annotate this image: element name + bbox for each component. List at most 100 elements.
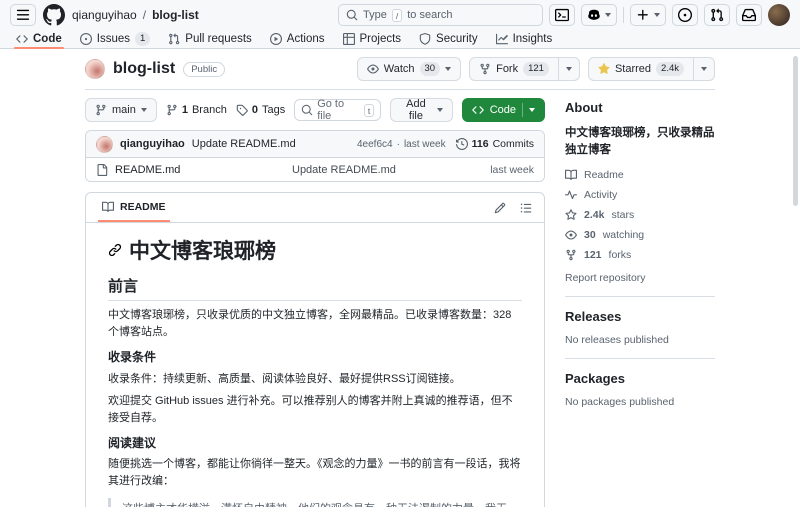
inbox-button[interactable]: [736, 4, 762, 26]
tab-actions[interactable]: Actions: [262, 30, 333, 48]
caret-icon: [605, 13, 611, 17]
repo-owner-avatar[interactable]: [85, 59, 105, 79]
sidebar-item-stars[interactable]: 2.4k stars: [565, 209, 715, 221]
tag-icon: [236, 104, 248, 116]
link-icon[interactable]: [108, 243, 122, 257]
your-issues-button[interactable]: [672, 4, 698, 26]
breadcrumb-owner[interactable]: qianguyihao: [72, 8, 137, 22]
your-pull-requests-button[interactable]: [704, 4, 730, 26]
sidebar-item-watching[interactable]: 30 watching: [565, 229, 715, 241]
tags-link[interactable]: 0 Tags: [236, 104, 285, 116]
book-icon: [102, 201, 114, 213]
branch-count: 1: [181, 104, 188, 116]
watch-button[interactable]: Watch 30: [356, 57, 462, 81]
caret-icon: [654, 13, 660, 17]
packages-empty-text: No packages published: [565, 395, 675, 408]
breadcrumb-repo[interactable]: blog-list: [152, 8, 199, 22]
sidebar-item-readme[interactable]: Readme: [565, 169, 715, 181]
scrollbar[interactable]: [793, 56, 798, 206]
tab-label: Actions: [286, 33, 325, 45]
tab-issues[interactable]: Issues 1: [72, 30, 159, 48]
hamburger-menu-button[interactable]: [10, 4, 36, 26]
branch-selector-button[interactable]: main: [85, 98, 157, 122]
breadcrumb: qianguyihao / blog-list: [72, 8, 199, 22]
file-icon: [96, 164, 108, 176]
hamburger-icon: [16, 8, 30, 22]
report-repository-link[interactable]: Report repository: [565, 272, 715, 284]
commit-history-link[interactable]: 116 Commits: [456, 138, 534, 150]
tab-label: Projects: [359, 33, 402, 45]
watch-icon: [367, 63, 379, 75]
about-title: About: [565, 100, 603, 115]
watching-count: 30: [584, 228, 596, 241]
global-search-input[interactable]: Type / to search: [338, 4, 543, 26]
sidebar-item-forks[interactable]: 121 forks: [565, 249, 715, 261]
branch-icon: [95, 104, 107, 116]
branch-icon: [166, 104, 178, 116]
branch-toolbar: main 1 Branch 0 Tags Go to file t Add fi…: [85, 98, 545, 122]
releases-title: Releases: [565, 308, 622, 324]
repo-name[interactable]: blog-list: [113, 60, 175, 78]
caret-icon: [436, 108, 443, 112]
search-placeholder-prefix: Type: [363, 9, 387, 21]
global-header: qianguyihao / blog-list Type / to search: [0, 0, 800, 30]
slash-key-badge: /: [391, 8, 403, 22]
readme-header-actions: [494, 202, 532, 214]
tab-label: Pull requests: [185, 33, 252, 45]
file-name-link[interactable]: README.md: [96, 163, 286, 176]
fork-dropdown-button[interactable]: [558, 57, 580, 81]
copilot-icon: [587, 8, 601, 22]
go-to-file-input[interactable]: Go to file t: [294, 98, 382, 122]
sidebar-item-activity[interactable]: Activity: [565, 189, 715, 201]
blockquote: 这些博主才华横溢，满怀自由精神，他们的观念具有一种无法遏制的力量。我无比羡慕那些…: [108, 497, 522, 507]
commit-time: last week: [403, 138, 446, 150]
commit-author-avatar[interactable]: [96, 135, 113, 153]
file-commit-message[interactable]: Update README.md: [292, 164, 484, 176]
code-icon: [16, 33, 28, 45]
commit-author[interactable]: qianguyihao: [120, 138, 185, 150]
tab-label: Insights: [512, 33, 553, 45]
commits-count: 116: [471, 138, 489, 150]
star-dropdown-button[interactable]: [694, 57, 715, 81]
star-button[interactable]: Starred 2.4k: [587, 57, 694, 81]
history-icon: [456, 138, 468, 150]
command-palette-button[interactable]: [549, 4, 575, 26]
file-commit-time: last week: [490, 163, 534, 176]
pencil-icon[interactable]: [494, 202, 506, 214]
add-file-label: Add file: [406, 98, 426, 122]
fork-count: 121: [523, 62, 549, 76]
tab-readme[interactable]: README: [98, 193, 170, 222]
file-browser: qianguyihao Update README.md 4eef6c4 · l…: [85, 130, 545, 182]
star-icon: [598, 63, 610, 75]
tab-insights[interactable]: Insights: [488, 30, 561, 48]
outline-icon[interactable]: [520, 202, 532, 214]
commit-message[interactable]: Update README.md: [192, 138, 296, 150]
fork-button[interactable]: Fork 121: [469, 57, 559, 81]
commit-hash-time[interactable]: 4eef6c4 · last week: [357, 139, 446, 150]
issues-icon: [80, 33, 92, 45]
caret-icon: [565, 67, 572, 71]
branches-link[interactable]: 1 Branch: [166, 104, 227, 116]
search-placeholder-suffix: to search: [407, 9, 453, 21]
security-icon: [419, 33, 431, 45]
commit-meta: 4eef6c4 · last week 116 Commits: [357, 138, 534, 150]
code-icon: [472, 104, 484, 116]
commits-label: Commits: [492, 138, 534, 150]
repo-nav-tabs: Code Issues 1 Pull requests Actions Proje…: [0, 30, 800, 49]
copilot-button[interactable]: [581, 4, 617, 26]
user-avatar[interactable]: [768, 4, 790, 26]
pull-request-icon: [710, 8, 724, 22]
tag-count-label: Tags: [261, 104, 286, 116]
tab-projects[interactable]: Projects: [335, 30, 410, 48]
create-new-button[interactable]: [630, 4, 666, 26]
tab-label: Issues: [96, 33, 130, 45]
fork-icon: [565, 249, 577, 261]
tab-code[interactable]: Code: [8, 30, 70, 49]
tab-security[interactable]: Security: [411, 30, 486, 48]
code-button[interactable]: Code: [461, 98, 545, 122]
tab-pull-requests[interactable]: Pull requests: [160, 30, 259, 48]
github-logo-icon[interactable]: [43, 4, 65, 26]
main-column: main 1 Branch 0 Tags Go to file t Add fi…: [85, 90, 545, 507]
tab-label: Code: [33, 33, 62, 45]
add-file-button[interactable]: Add file: [390, 98, 453, 122]
